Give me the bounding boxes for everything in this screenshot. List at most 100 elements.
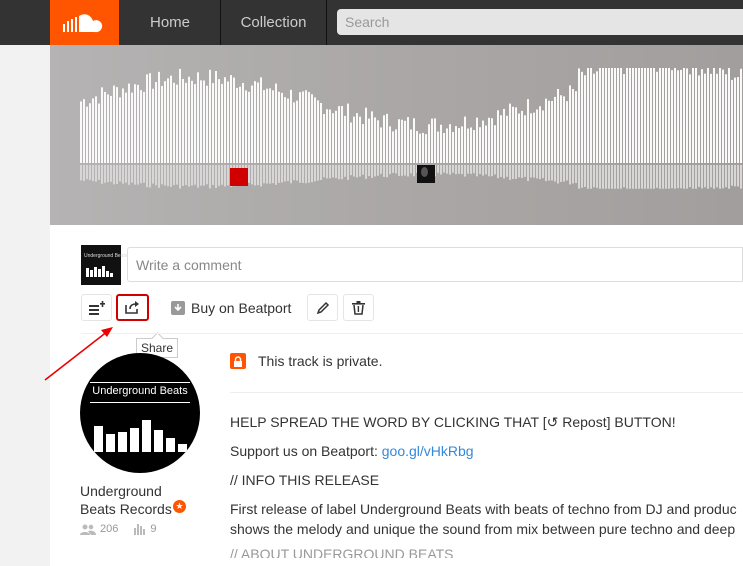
waveform-reflection-bar [134,165,136,185]
waveform[interactable] [50,45,743,225]
waveform-reflection-bar [305,165,307,184]
waveform-reflection-bar [734,165,736,187]
description-line: HELP SPREAD THE WORD BY CLICKING THAT [↺… [230,414,676,430]
waveform-reflection-bar [377,165,379,176]
waveform-reflection-bar [575,165,577,183]
waveform-bar [158,71,160,163]
waveform-bar [554,96,556,163]
download-icon [171,300,185,315]
waveform-reflection-bar [650,165,652,189]
share-button[interactable] [116,294,149,321]
waveform-bar [614,68,616,163]
add-to-playlist-button[interactable] [81,294,112,321]
waveform-bar [308,92,310,163]
waveform-reflection-bar [683,165,685,189]
waveform-reflection-bar [455,165,457,175]
waveform-bar [623,74,625,163]
waveform-bar [680,69,682,163]
waveform-reflection-bar [530,165,532,178]
waveform-bar [728,68,730,163]
nav-home[interactable]: Home [120,0,221,45]
waveform-reflection-bar [503,165,505,179]
waveform-bar [272,90,274,163]
waveform-bar [377,120,379,163]
beatport-link[interactable]: goo.gl/vHkRbg [382,443,474,459]
waveform-bar [455,126,457,163]
waveform-reflection-bar [317,165,319,181]
soundcloud-logo-icon[interactable] [50,0,119,45]
waveform-reflection-bar [719,165,721,189]
waveform-bar [533,112,535,163]
waveform-reflection-bar [629,165,631,189]
waveform-bar [365,107,367,163]
waveform-bar [530,113,532,163]
waveform-bar [521,110,523,163]
description-line: Support us on Beatport: goo.gl/vHkRbg [230,443,474,459]
waveform-reflection-bar [542,165,544,179]
waveform-reflection-bar [395,165,397,174]
waveform-bar [101,87,103,163]
waveform-reflection-bar [191,165,193,186]
waveform-bar [188,76,190,163]
waveform-reflection-bar [518,165,520,178]
waveform-bar [245,90,247,163]
waveform-bar [233,77,235,163]
waveform-reflection-bar [119,165,121,182]
comment-marker-avatar[interactable] [230,168,248,186]
waveform-bar [212,83,214,163]
search-input[interactable] [337,9,743,35]
waveform-bar [149,73,151,163]
artist-picture[interactable]: Underground Beats [80,353,200,473]
waveform-bar [89,103,91,163]
waveform-reflection-bar [698,165,700,187]
waveform-reflection-bar [635,165,637,189]
artist-name-link[interactable]: Underground Beats Records [80,482,172,518]
waveform-reflection-bar [152,165,154,184]
edit-button[interactable] [307,294,338,321]
waveform-reflection-bar [332,165,334,178]
waveform-reflection-bar [707,165,709,189]
waveform-bar [596,71,598,163]
waveform-bar [569,85,571,163]
buy-on-beatport-button[interactable]: Buy on Beatport [164,294,298,321]
waveform-bar [302,91,304,163]
waveform-bar [734,77,736,163]
waveform-bar [131,92,133,163]
waveform-bar [392,131,394,163]
waveform-reflection-bar [731,165,733,186]
comment-input[interactable] [127,247,743,282]
waveform-reflection-bar [548,165,550,181]
waveform-bar [494,125,496,163]
followers-count[interactable]: 206 [100,523,118,535]
waveform-bar [155,82,157,163]
waveform-bar [563,96,565,163]
tracks-icon [134,523,146,535]
waveform-reflection-bar [287,165,289,182]
waveform-bar [293,102,295,163]
waveform-reflection-bar [209,165,211,189]
waveform-bar [140,90,142,163]
waveform-bar [371,111,373,163]
waveform-bar [182,78,184,163]
waveform-reflection-bar [389,165,391,175]
waveform-reflection-bar [506,165,508,177]
waveform-reflection-bar [101,165,103,184]
waveform-reflection-bar [614,165,616,189]
waveform-bar [215,71,217,163]
delete-button[interactable] [343,294,374,321]
waveform-reflection-bar [458,165,460,174]
waveform-bar [230,75,232,163]
waveform-bar [395,129,397,163]
waveform-reflection-bar [485,165,487,175]
waveform-bar [602,68,604,163]
waveform-bar [428,124,430,163]
waveform-bar [284,97,286,163]
comment-marker-avatar[interactable] [417,165,435,183]
waveform-reflection-bar [470,165,472,174]
waveform-bar [704,73,706,163]
waveform-reflection-bar [665,165,667,189]
waveform-reflection-bar [653,165,655,189]
tracks-count[interactable]: 9 [150,523,156,535]
nav-collection[interactable]: Collection [221,0,327,45]
waveform-bar [227,81,229,163]
